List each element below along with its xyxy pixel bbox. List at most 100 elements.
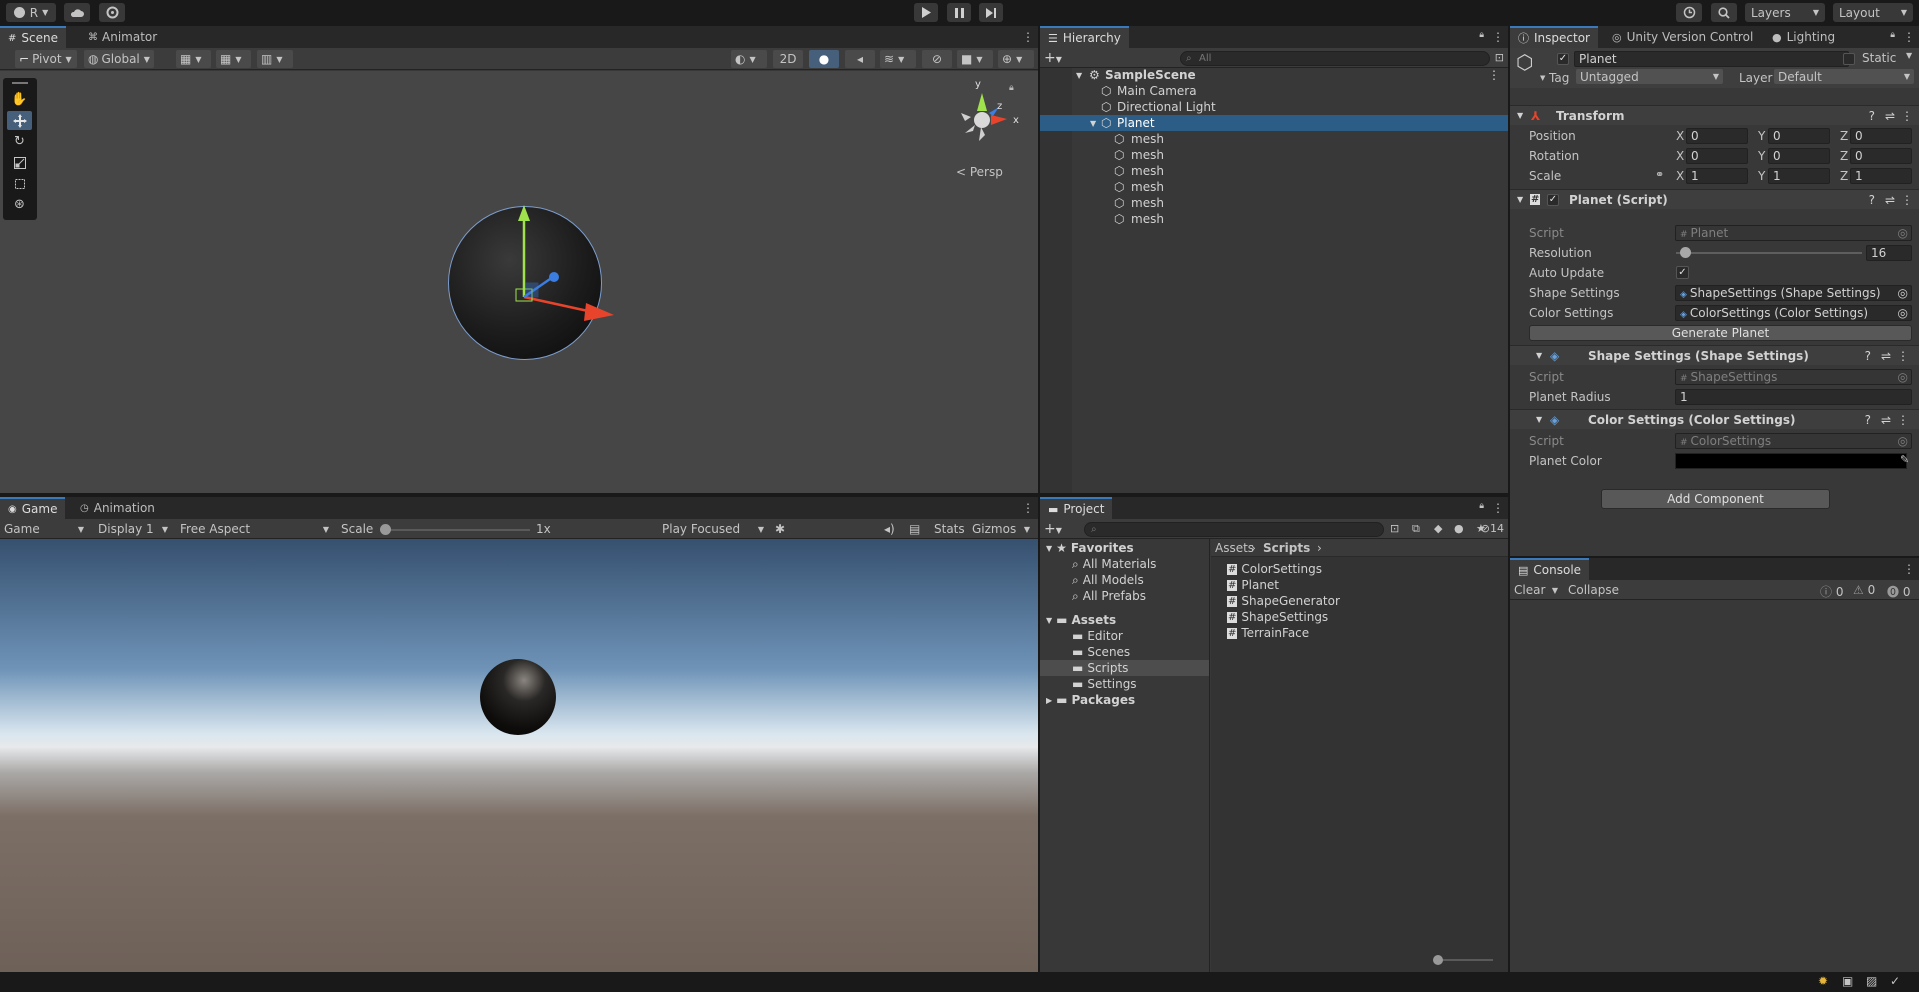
layers-dropdown[interactable]: Layers ▼	[1745, 3, 1825, 22]
console-log-area[interactable]	[1510, 600, 1919, 972]
pivot-dropdown[interactable]: ⌐ Pivot ▼	[15, 50, 77, 68]
position-y-field[interactable]: 0	[1768, 128, 1830, 144]
transform-tool[interactable]: ⊛	[7, 195, 32, 214]
scale-tool[interactable]	[7, 153, 32, 172]
tab-project[interactable]: ▬ Project	[1040, 497, 1113, 519]
chevron-down-icon[interactable]: ▼	[1540, 74, 1545, 82]
folder-item[interactable]: ▬ Editor	[1072, 628, 1123, 644]
help-icon[interactable]: ?	[1869, 193, 1875, 207]
file-item[interactable]: # ShapeSettings	[1227, 609, 1328, 625]
preset-icon[interactable]: ⇌	[1885, 193, 1895, 207]
gizmos-dropdown[interactable]: Gizmos ▼	[968, 520, 1034, 538]
warning-count-toggle[interactable]: ⚠ 0	[1853, 583, 1875, 597]
help-icon[interactable]: ?	[1865, 413, 1871, 427]
drag-handle[interactable]	[12, 82, 28, 84]
auto-update-checkbox[interactable]: ✓	[1676, 266, 1689, 279]
lock-icon[interactable]: 🔒︎	[1890, 30, 1895, 40]
tab-animation[interactable]: ◷ Animation	[72, 497, 163, 519]
favorite-item[interactable]: ⌕ All Prefabs	[1072, 588, 1146, 604]
position-x-field[interactable]: 0	[1686, 128, 1748, 144]
panel-divider[interactable]	[0, 493, 1038, 497]
add-component-button[interactable]: Add Component	[1601, 489, 1830, 509]
favorite-item[interactable]: ⌕ All Materials	[1072, 556, 1156, 572]
generate-planet-button[interactable]: Generate Planet	[1529, 325, 1912, 341]
lighting-toggle[interactable]: ●	[809, 50, 839, 68]
position-z-field[interactable]: 0	[1850, 128, 1912, 144]
persp-label[interactable]: < Persp	[956, 165, 1003, 179]
effects-dropdown[interactable]: ≋ ▼	[880, 50, 916, 68]
lock-icon[interactable]: 🔒︎	[1479, 30, 1484, 40]
display-dropdown[interactable]: Display 1 ▼	[94, 520, 172, 538]
tab-console[interactable]: ▤ Console	[1510, 558, 1590, 580]
rotation-y-field[interactable]: 0	[1768, 148, 1830, 164]
active-checkbox[interactable]: ✓	[1557, 53, 1569, 65]
lock-icon[interactable]: 🔒︎	[1479, 501, 1484, 511]
object-name-field[interactable]: Planet	[1574, 51, 1849, 67]
audio-toggle[interactable]: ◂	[845, 50, 875, 68]
help-icon[interactable]: ?	[1869, 109, 1875, 123]
tab-inspector[interactable]: ⓘ Inspector	[1510, 26, 1598, 48]
kebab-menu-icon[interactable]: ⋮	[1897, 413, 1909, 427]
project-search-input[interactable]: ⌕	[1084, 522, 1384, 537]
resolution-slider-track[interactable]	[1676, 252, 1862, 254]
icon-size-slider-thumb[interactable]	[1433, 955, 1443, 965]
aspect-dropdown[interactable]: Free Aspect ▼	[176, 520, 333, 538]
shape-settings-field[interactable]: ◈ ShapeSettings (Shape Settings) ◎	[1675, 285, 1912, 301]
scale-slider-thumb[interactable]	[380, 524, 391, 535]
check-icon[interactable]: ✓	[1890, 974, 1900, 988]
hierarchy-search-input[interactable]: ⌕ All	[1180, 51, 1490, 66]
hierarchy-child-item[interactable]: ⬡ mesh	[1040, 195, 1508, 211]
mute-audio-icon[interactable]: ◂)	[884, 522, 895, 536]
filter-type-icon[interactable]: ⧉	[1412, 522, 1420, 536]
component-enabled-checkbox[interactable]: ✓	[1547, 194, 1559, 206]
link-icon[interactable]: ⚭	[1655, 168, 1664, 181]
expand-arrow-icon[interactable]: ▼	[1046, 616, 1052, 625]
tag-dropdown[interactable]: Untagged ▼	[1576, 69, 1723, 84]
favorites-row[interactable]: ▼ ★ Favorites	[1046, 540, 1134, 556]
draw-mode-dropdown[interactable]: ◐ ▼	[731, 50, 767, 68]
resolution-field[interactable]: 16	[1866, 245, 1912, 261]
tab-game[interactable]: ◉ Game	[0, 497, 66, 519]
rotation-z-field[interactable]: 0	[1850, 148, 1912, 164]
expand-arrow-icon[interactable]: ▼	[1046, 544, 1052, 553]
network-icon[interactable]: ▣	[1842, 974, 1853, 988]
bug-icon[interactable]: ✱	[775, 522, 785, 536]
cloud-button[interactable]	[64, 3, 90, 22]
static-checkbox[interactable]	[1843, 53, 1855, 65]
help-icon[interactable]: ?	[1865, 349, 1871, 363]
warning-filter-icon[interactable]: ●	[1454, 522, 1464, 535]
planet-script-header[interactable]: ▼ # ✓ Planet (Script) ? ⇌ ⋮	[1510, 189, 1919, 209]
play-button[interactable]	[914, 3, 938, 22]
file-item[interactable]: # TerrainFace	[1227, 625, 1309, 641]
create-button[interactable]: +▼	[1044, 521, 1062, 537]
breadcrumb-assets[interactable]: Assets	[1215, 541, 1254, 555]
collapse-toggle[interactable]: Collapse	[1568, 583, 1619, 597]
step-button[interactable]	[979, 3, 1003, 22]
account-dropdown[interactable]: R ▼	[6, 3, 56, 22]
rect-tool[interactable]	[7, 174, 32, 193]
global-dropdown[interactable]: ◍ Global ▼	[84, 50, 154, 68]
layer-dropdown[interactable]: Default ▼	[1774, 69, 1914, 84]
hierarchy-item-selected[interactable]: ▼ ⬡ Planet	[1040, 115, 1508, 131]
color-settings-header[interactable]: ▼ ◈ Color Settings (Color Settings) ? ⇌ …	[1510, 409, 1919, 429]
folder-item-selected[interactable]: ▬ Scripts	[1072, 660, 1128, 676]
planet-radius-field[interactable]: 1	[1675, 389, 1912, 405]
move-gizmo[interactable]	[498, 191, 618, 391]
hierarchy-child-item[interactable]: ⬡ mesh	[1040, 179, 1508, 195]
color-settings-field[interactable]: ◈ ColorSettings (Color Settings) ◎	[1675, 305, 1912, 321]
hidden-packages-button[interactable]: ⊘14	[1481, 522, 1504, 535]
services-button[interactable]	[99, 3, 125, 22]
expand-arrow-icon[interactable]: ▼	[1517, 195, 1523, 204]
play-focus-dropdown[interactable]: Play Focused ▼	[658, 520, 768, 538]
hierarchy-item[interactable]: ⬡ Directional Light	[1040, 99, 1508, 115]
kebab-menu-icon[interactable]: ⋮	[1492, 30, 1504, 44]
kebab-menu-icon[interactable]: ⋮	[1022, 30, 1034, 44]
grid-snap-dropdown[interactable]: ▦ ▼	[176, 50, 211, 68]
orientation-gizmo[interactable]: y z x	[955, 79, 1025, 153]
info-count-toggle[interactable]: ⓘ 0	[1820, 583, 1843, 600]
resolution-slider-thumb[interactable]	[1680, 247, 1692, 258]
search-by-type-icon[interactable]: ⊡	[1390, 522, 1399, 535]
tab-lighting[interactable]: ● Lighting	[1764, 26, 1843, 48]
object-picker-icon[interactable]: ◎	[1898, 306, 1908, 320]
expand-arrow-icon[interactable]: ▼	[1076, 71, 1082, 80]
